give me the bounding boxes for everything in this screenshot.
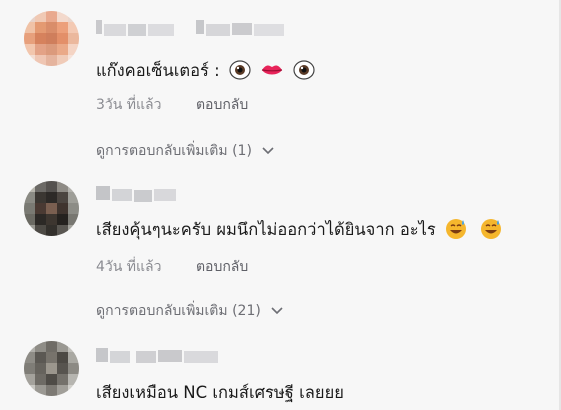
- view-more-replies-button[interactable]: ดูการตอบกลับเพิ่มเติม (1): [96, 140, 274, 162]
- comment-text-content: เสียงคุ้นๆนะครับ ผมนึกไม่ออกว่าได้ยินจาก…: [96, 220, 436, 239]
- comment-timestamp: 4วัน ที่แล้ว: [96, 259, 162, 275]
- username-blurred[interactable]: [96, 348, 286, 364]
- comment-text: แก๊งคอเซ็นเตอร์ :: [96, 58, 316, 85]
- comment-meta: 4วัน ที่แล้ว ตอบกลับ: [96, 256, 248, 278]
- reply-button[interactable]: ตอบกลับ: [196, 97, 248, 113]
- view-more-replies-label: ดูการตอบกลับเพิ่มเติม (1): [96, 143, 252, 159]
- reply-button[interactable]: ตอบกลับ: [196, 259, 248, 275]
- comment-text: เสียงคุ้นๆนะครับ ผมนึกไม่ออกว่าได้ยินจาก…: [96, 217, 502, 244]
- comment-text-content: แก๊งคอเซ็นเตอร์ :: [96, 61, 220, 80]
- view-more-replies-button[interactable]: ดูการตอบกลับเพิ่มเติม (21): [96, 300, 283, 322]
- sweat-smile-emoji-icon: [445, 218, 467, 244]
- username-blurred[interactable]: [96, 186, 286, 202]
- comment-meta: 3วัน ที่แล้ว ตอบกลับ: [96, 94, 248, 116]
- eye-emoji-icon: [293, 59, 316, 85]
- chevron-down-icon: [262, 147, 274, 155]
- view-more-replies-label: ดูการตอบกลับเพิ่มเติม (21): [96, 303, 261, 319]
- avatar[interactable]: [24, 11, 79, 66]
- comment-timestamp: 3วัน ที่แล้ว: [96, 97, 162, 113]
- eye-emoji-icon: [229, 59, 251, 85]
- comment-text: เสียงเหมือน NC เกมส์เศรษฐี เลยยย: [96, 380, 344, 406]
- avatar[interactable]: [24, 181, 79, 236]
- username-blurred[interactable]: [96, 20, 286, 36]
- avatar[interactable]: [24, 341, 79, 396]
- chevron-down-icon: [271, 307, 283, 315]
- comment-text-content: เสียงเหมือน NC เกมส์เศรษฐี เลยยย: [96, 383, 344, 402]
- lips-emoji-icon: [260, 59, 284, 85]
- sweat-smile-emoji-icon: [480, 218, 502, 244]
